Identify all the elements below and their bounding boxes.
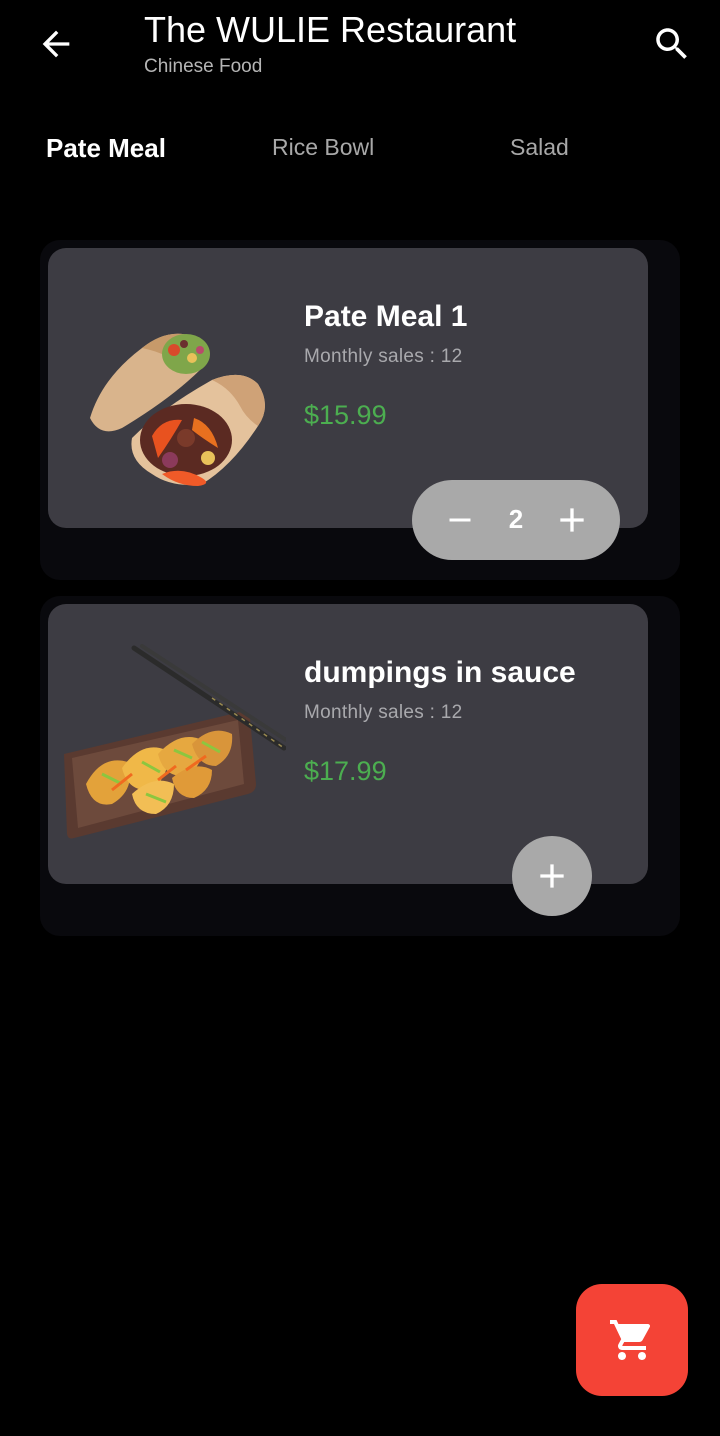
item-name: Pate Meal 1 — [304, 300, 468, 333]
quantity-value: 2 — [508, 504, 524, 534]
category-tabs: Pate Meal Rice Bowl Salad — [0, 122, 720, 182]
back-button[interactable] — [28, 16, 84, 72]
item-name: dumpings in sauce — [304, 656, 576, 689]
dumplings-platter-image — [64, 644, 286, 839]
minus-icon — [449, 518, 471, 522]
item-price: $15.99 — [304, 400, 387, 430]
arrow-back-icon — [42, 30, 70, 58]
search-button[interactable] — [644, 16, 700, 72]
item-price: $17.99 — [304, 756, 387, 786]
menu-item: dumpings in sauce Monthly sales : 12 $17… — [40, 596, 680, 936]
page-title: The WULIE Restaurant — [144, 9, 517, 50]
search-icon — [656, 28, 687, 59]
menu-item: Pate Meal 1 Monthly sales : 12 $15.99 2 — [40, 240, 680, 580]
tab-pate-meal[interactable]: Pate Meal — [46, 133, 166, 164]
plus-icon — [540, 864, 564, 888]
tab-rice-bowl[interactable]: Rice Bowl — [272, 134, 374, 161]
item-monthly-sales: Monthly sales : 12 — [304, 702, 463, 723]
title-block: The WULIE Restaurant Chinese Food — [144, 8, 516, 79]
app-bar: The WULIE Restaurant Chinese Food — [0, 0, 720, 100]
tab-salad[interactable]: Salad — [510, 134, 569, 161]
shopping-cart-icon — [610, 1320, 651, 1360]
add-to-cart-button[interactable] — [512, 836, 592, 916]
quantity-stepper: 2 — [412, 480, 620, 560]
cart-button[interactable] — [576, 1284, 688, 1396]
item-monthly-sales: Monthly sales : 12 — [304, 346, 463, 367]
page-subtitle: Chinese Food — [144, 56, 263, 77]
increase-quantity-button[interactable] — [544, 492, 600, 548]
burrito-wrap-image — [90, 333, 265, 486]
decrease-quantity-button[interactable] — [432, 492, 488, 548]
plus-icon — [560, 508, 584, 532]
